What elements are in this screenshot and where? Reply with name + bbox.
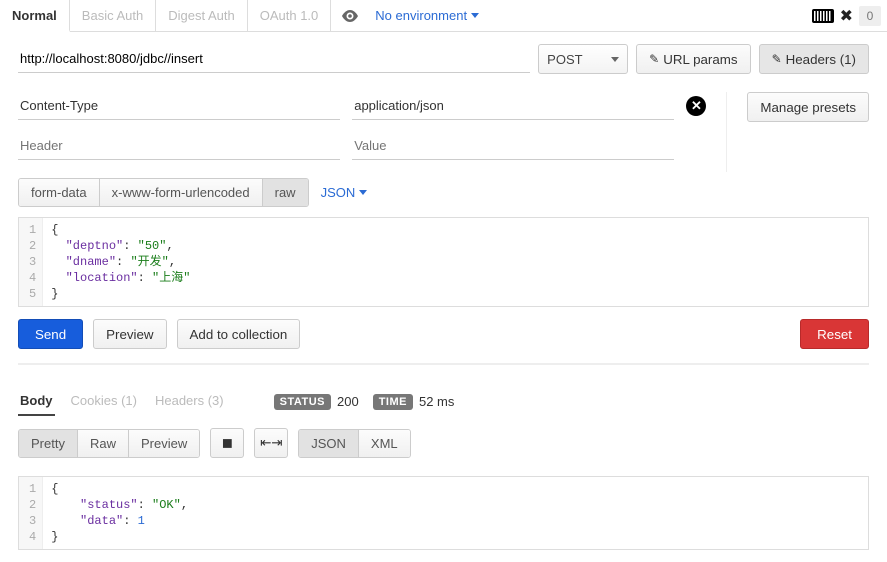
- response-body-viewer[interactable]: 1234 { "status": "OK", "data": 1 }: [18, 476, 869, 550]
- header-key-input[interactable]: [18, 92, 340, 120]
- response-format-xml[interactable]: XML: [359, 430, 410, 457]
- edit-icon: ✎: [772, 52, 782, 66]
- response-view-group: Pretty Raw Preview: [18, 429, 200, 458]
- response-body-code: { "status": "OK", "data": 1 }: [43, 477, 196, 549]
- method-select[interactable]: POST: [538, 44, 628, 74]
- header-value-input[interactable]: [352, 132, 674, 160]
- response-format-json[interactable]: JSON: [299, 430, 359, 457]
- response-view-raw[interactable]: Raw: [78, 430, 129, 457]
- remove-header-icon[interactable]: ✕: [686, 96, 706, 116]
- keyboard-icon[interactable]: [812, 9, 834, 23]
- add-to-collection-button[interactable]: Add to collection: [177, 319, 301, 349]
- url-params-button[interactable]: ✎ URL params: [636, 44, 750, 74]
- request-body-editor[interactable]: 12345 { "deptno": "50", "dname": "开发", "…: [18, 217, 869, 307]
- topbar-right: ✖ 0: [812, 0, 887, 31]
- response-tab-cookies[interactable]: Cookies (1): [69, 387, 139, 416]
- response-tabs: Body Cookies (1) Headers (3) STATUS 200 …: [0, 377, 887, 416]
- environment-select[interactable]: No environment: [369, 0, 485, 31]
- body-type-row: form-data x-www-form-urlencoded raw JSON: [18, 178, 869, 207]
- header-value-input[interactable]: [352, 92, 674, 120]
- line-gutter: 1234: [19, 477, 43, 549]
- headers-button-label: Headers (1): [786, 52, 856, 67]
- headers-area: ✕ Manage presets: [18, 92, 869, 172]
- wrap-lines-icon[interactable]: ⇤⇥: [254, 428, 288, 458]
- response-view-pretty[interactable]: Pretty: [19, 430, 78, 457]
- copy-icon[interactable]: ◼: [210, 428, 244, 458]
- auth-tab-oauth[interactable]: OAuth 1.0: [248, 0, 332, 31]
- body-type-group: form-data x-www-form-urlencoded raw: [18, 178, 309, 207]
- url-row: POST ✎ URL params ✎ Headers (1): [18, 44, 869, 74]
- line-gutter: 12345: [19, 218, 43, 306]
- raw-type-label: JSON: [321, 185, 356, 200]
- method-label: POST: [547, 52, 582, 67]
- response-tab-headers[interactable]: Headers (3): [153, 387, 226, 416]
- edit-icon: ✎: [649, 52, 659, 66]
- response-body-section: 1234 { "status": "OK", "data": 1 }: [0, 458, 887, 562]
- header-row: ✕: [18, 92, 706, 120]
- send-button[interactable]: Send: [18, 319, 83, 349]
- status-code: 200: [337, 394, 359, 409]
- auth-tab-normal[interactable]: Normal: [0, 0, 70, 32]
- body-type-raw[interactable]: raw: [263, 179, 308, 206]
- top-bar: Normal Basic Auth Digest Auth OAuth 1.0 …: [0, 0, 887, 32]
- environment-label: No environment: [375, 8, 467, 23]
- body-type-form-data[interactable]: form-data: [19, 179, 100, 206]
- status-label: STATUS: [274, 394, 331, 410]
- caret-down-icon: [359, 190, 367, 195]
- presets-area: Manage presets: [726, 92, 869, 172]
- history-counter[interactable]: 0: [859, 6, 881, 26]
- preview-button[interactable]: Preview: [93, 319, 166, 349]
- url-params-label: URL params: [663, 52, 737, 67]
- raw-type-select[interactable]: JSON: [321, 185, 368, 200]
- auth-tabs: Normal Basic Auth Digest Auth OAuth 1.0: [0, 0, 331, 31]
- response-view-preview[interactable]: Preview: [129, 430, 199, 457]
- time-value: 52 ms: [419, 394, 454, 409]
- headers-button[interactable]: ✎ Headers (1): [759, 44, 869, 74]
- caret-down-icon: [471, 13, 479, 18]
- request-section: POST ✎ URL params ✎ Headers (1) ✕ M: [0, 32, 887, 377]
- time-label: TIME: [373, 394, 413, 410]
- action-row: Send Preview Add to collection Reset: [18, 319, 869, 365]
- manage-presets-button[interactable]: Manage presets: [747, 92, 869, 122]
- headers-list: ✕: [18, 92, 706, 172]
- preview-eye-icon[interactable]: [331, 0, 369, 31]
- caret-down-icon: [611, 57, 619, 62]
- reset-button[interactable]: Reset: [800, 319, 869, 349]
- settings-wrench-icon[interactable]: ✖: [840, 6, 853, 26]
- response-tab-body[interactable]: Body: [18, 387, 55, 416]
- body-type-urlencoded[interactable]: x-www-form-urlencoded: [100, 179, 263, 206]
- auth-tab-digest[interactable]: Digest Auth: [156, 0, 248, 31]
- url-input[interactable]: [18, 45, 530, 73]
- request-body-code: { "deptno": "50", "dname": "开发", "locati…: [43, 218, 198, 306]
- response-toolbar: Pretty Raw Preview ◼ ⇤⇥ JSON XML: [0, 416, 887, 458]
- time-indicator: TIME 52 ms: [373, 394, 455, 410]
- header-row: [18, 132, 706, 160]
- response-format-group: JSON XML: [298, 429, 410, 458]
- status-indicator: STATUS 200: [274, 394, 359, 410]
- auth-tab-basic[interactable]: Basic Auth: [70, 0, 156, 31]
- header-key-input[interactable]: [18, 132, 340, 160]
